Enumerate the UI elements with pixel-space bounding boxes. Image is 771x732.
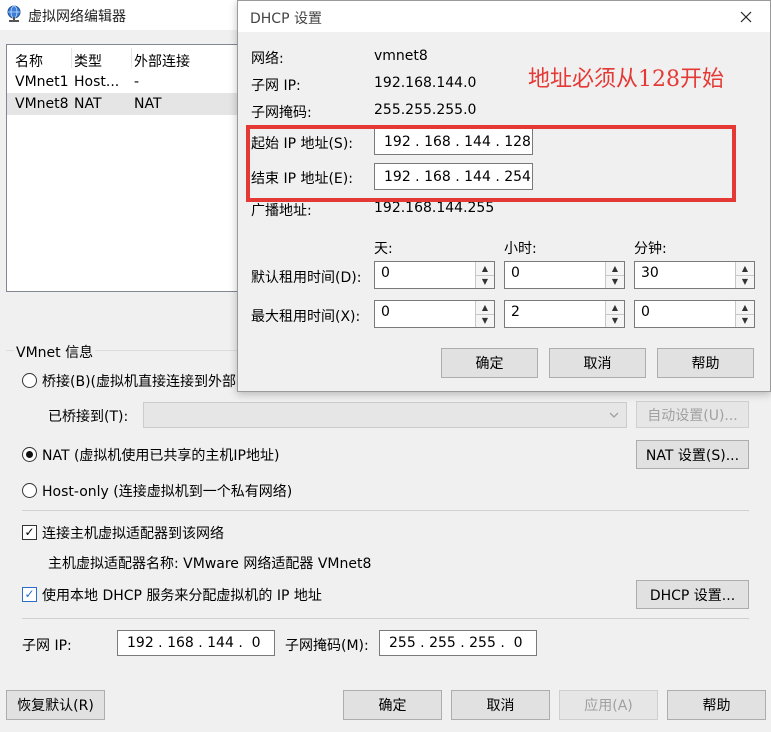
broadcast-label: 广播地址: — [251, 203, 312, 219]
dhcp-dialog: DHCP 设置 网络: vmnet8 子网 IP: 192.168.144.0 … — [237, 0, 771, 392]
dhcp-ok-button[interactable]: 确定 — [441, 348, 538, 378]
spinner-value: 0 — [381, 265, 390, 281]
dhcp-cancel-button[interactable]: 取消 — [549, 348, 646, 378]
cell-type: NAT — [74, 96, 102, 112]
spin-down-icon[interactable]: ▼ — [736, 275, 754, 288]
spinner-buttons: ▲ ▼ — [475, 301, 494, 327]
spinner-value: 0 — [511, 265, 520, 281]
bridged-radio[interactable] — [22, 373, 37, 388]
spinner-buttons: ▲ ▼ — [735, 262, 754, 288]
network-label: 网络: — [251, 51, 284, 67]
spin-up-icon[interactable]: ▲ — [476, 262, 494, 276]
host-only-radio[interactable] — [22, 483, 37, 498]
max-lease-minutes-spinner[interactable]: 0 ▲ ▼ — [634, 300, 755, 328]
spin-down-icon[interactable]: ▼ — [736, 314, 754, 327]
subnet-ip-label: 子网 IP: — [22, 638, 72, 654]
minutes-column-label: 分钟: — [634, 241, 667, 257]
spin-up-icon[interactable]: ▲ — [606, 301, 624, 315]
nat-radio[interactable] — [22, 447, 37, 462]
max-lease-days-spinner[interactable]: 0 ▲ ▼ — [374, 300, 495, 328]
dhcp-subnet-ip-value: 192.168.144.0 — [374, 75, 477, 91]
column-header-type[interactable]: 类型 — [74, 51, 102, 71]
apply-button[interactable]: 应用(A) — [559, 690, 658, 720]
spin-down-icon[interactable]: ▼ — [476, 314, 494, 327]
spin-down-icon[interactable]: ▼ — [606, 314, 624, 327]
network-value: vmnet8 — [374, 48, 428, 64]
network-table[interactable]: 名称 类型 外部连接 VMnet1 Host... - VMnet8 NAT N… — [6, 44, 245, 292]
cell-external: NAT — [134, 96, 162, 112]
max-lease-label: 最大租用时间(X): — [251, 309, 361, 325]
connect-adapter-label[interactable]: 连接主机虚拟适配器到该网络 — [42, 523, 224, 543]
hours-column-label: 小时: — [504, 241, 537, 257]
separator — [22, 510, 749, 511]
cancel-button[interactable]: 取消 — [451, 690, 550, 720]
cell-external: - — [134, 74, 140, 90]
column-header-name[interactable]: 名称 — [15, 51, 43, 71]
dhcp-settings-button[interactable]: DHCP 设置... — [636, 580, 749, 609]
restore-defaults-button[interactable]: 恢复默认(R) — [6, 690, 105, 720]
cell-name: VMnet1 — [15, 74, 69, 90]
dhcp-help-button[interactable]: 帮助 — [657, 348, 754, 378]
subnet-mask-field[interactable]: 255 . 255 . 255 . 0 — [379, 630, 537, 656]
default-lease-days-spinner[interactable]: 0 ▲ ▼ — [374, 261, 495, 289]
vmnet-info-label: VMnet 信息 — [14, 342, 96, 362]
spinner-value: 2 — [511, 304, 520, 320]
help-button[interactable]: 帮助 — [667, 690, 766, 720]
max-lease-hours-spinner[interactable]: 2 ▲ ▼ — [504, 300, 625, 328]
bridged-to-label: 已桥接到(T): — [48, 409, 129, 425]
default-lease-label: 默认租用时间(D): — [251, 270, 362, 286]
default-lease-hours-spinner[interactable]: 0 ▲ ▼ — [504, 261, 625, 289]
spin-down-icon[interactable]: ▼ — [476, 275, 494, 288]
dhcp-title-bar: DHCP 设置 — [238, 1, 770, 32]
default-lease-minutes-spinner[interactable]: 30 ▲ ▼ — [634, 261, 755, 289]
bridged-to-select[interactable] — [143, 402, 627, 428]
spin-down-icon[interactable]: ▼ — [606, 275, 624, 288]
column-divider — [131, 48, 132, 68]
spinner-buttons: ▲ ▼ — [735, 301, 754, 327]
connect-adapter-checkbox[interactable]: ✓ — [22, 525, 37, 540]
main-window-title: 虚拟网络编辑器 — [28, 9, 126, 25]
table-row[interactable]: VMnet1 Host... - — [7, 71, 244, 93]
days-column-label: 天: — [374, 241, 393, 257]
broadcast-value: 192.168.144.255 — [374, 200, 495, 216]
spinner-value: 0 — [381, 304, 390, 320]
dhcp-subnet-ip-label: 子网 IP: — [251, 78, 301, 94]
subnet-ip-field[interactable]: 192 . 168 . 144 . 0 — [117, 630, 275, 656]
spinner-value: 0 — [641, 304, 650, 320]
dhcp-checkbox-label[interactable]: 使用本地 DHCP 服务来分配虚拟机的 IP 地址 — [42, 585, 322, 605]
spinner-buttons: ▲ ▼ — [605, 301, 624, 327]
spinner-value: 30 — [641, 265, 659, 281]
column-divider — [71, 48, 72, 68]
annotation-highlight-box — [246, 125, 736, 202]
nat-radio-label[interactable]: NAT (虚拟机使用已共享的主机IP地址) — [42, 445, 279, 465]
adapter-name-text: 主机虚拟适配器名称: VMware 网络适配器 VMnet8 — [48, 556, 372, 572]
auto-settings-button[interactable]: 自动设置(U)... — [636, 401, 749, 428]
spin-up-icon[interactable]: ▲ — [476, 301, 494, 315]
ok-button[interactable]: 确定 — [343, 690, 442, 720]
dhcp-subnet-mask-label: 子网掩码: — [251, 105, 312, 121]
spinner-buttons: ▲ ▼ — [475, 262, 494, 288]
spin-up-icon[interactable]: ▲ — [606, 262, 624, 276]
chevron-down-icon — [608, 409, 620, 421]
annotation-text: 地址必须从128开始 — [528, 67, 724, 92]
dhcp-dialog-title: DHCP 设置 — [250, 11, 322, 27]
spin-up-icon[interactable]: ▲ — [736, 262, 754, 276]
spin-up-icon[interactable]: ▲ — [736, 301, 754, 315]
dhcp-subnet-mask-value: 255.255.255.0 — [374, 102, 477, 118]
close-icon[interactable] — [736, 7, 756, 27]
table-row-selected[interactable]: VMnet8 NAT NAT — [7, 93, 244, 115]
dhcp-checkbox[interactable]: ✓ — [22, 587, 37, 602]
app-icon — [5, 5, 23, 23]
table-header-row: 名称 类型 外部连接 — [7, 45, 244, 71]
nat-settings-button[interactable]: NAT 设置(S)... — [636, 440, 749, 469]
separator — [22, 618, 749, 619]
cell-type: Host... — [74, 74, 120, 90]
host-only-radio-label[interactable]: Host-only (连接虚拟机到一个私有网络) — [42, 481, 292, 501]
subnet-mask-label: 子网掩码(M): — [285, 638, 369, 654]
spinner-buttons: ▲ ▼ — [605, 262, 624, 288]
column-header-external[interactable]: 外部连接 — [134, 51, 190, 71]
cell-name: VMnet8 — [15, 96, 69, 112]
